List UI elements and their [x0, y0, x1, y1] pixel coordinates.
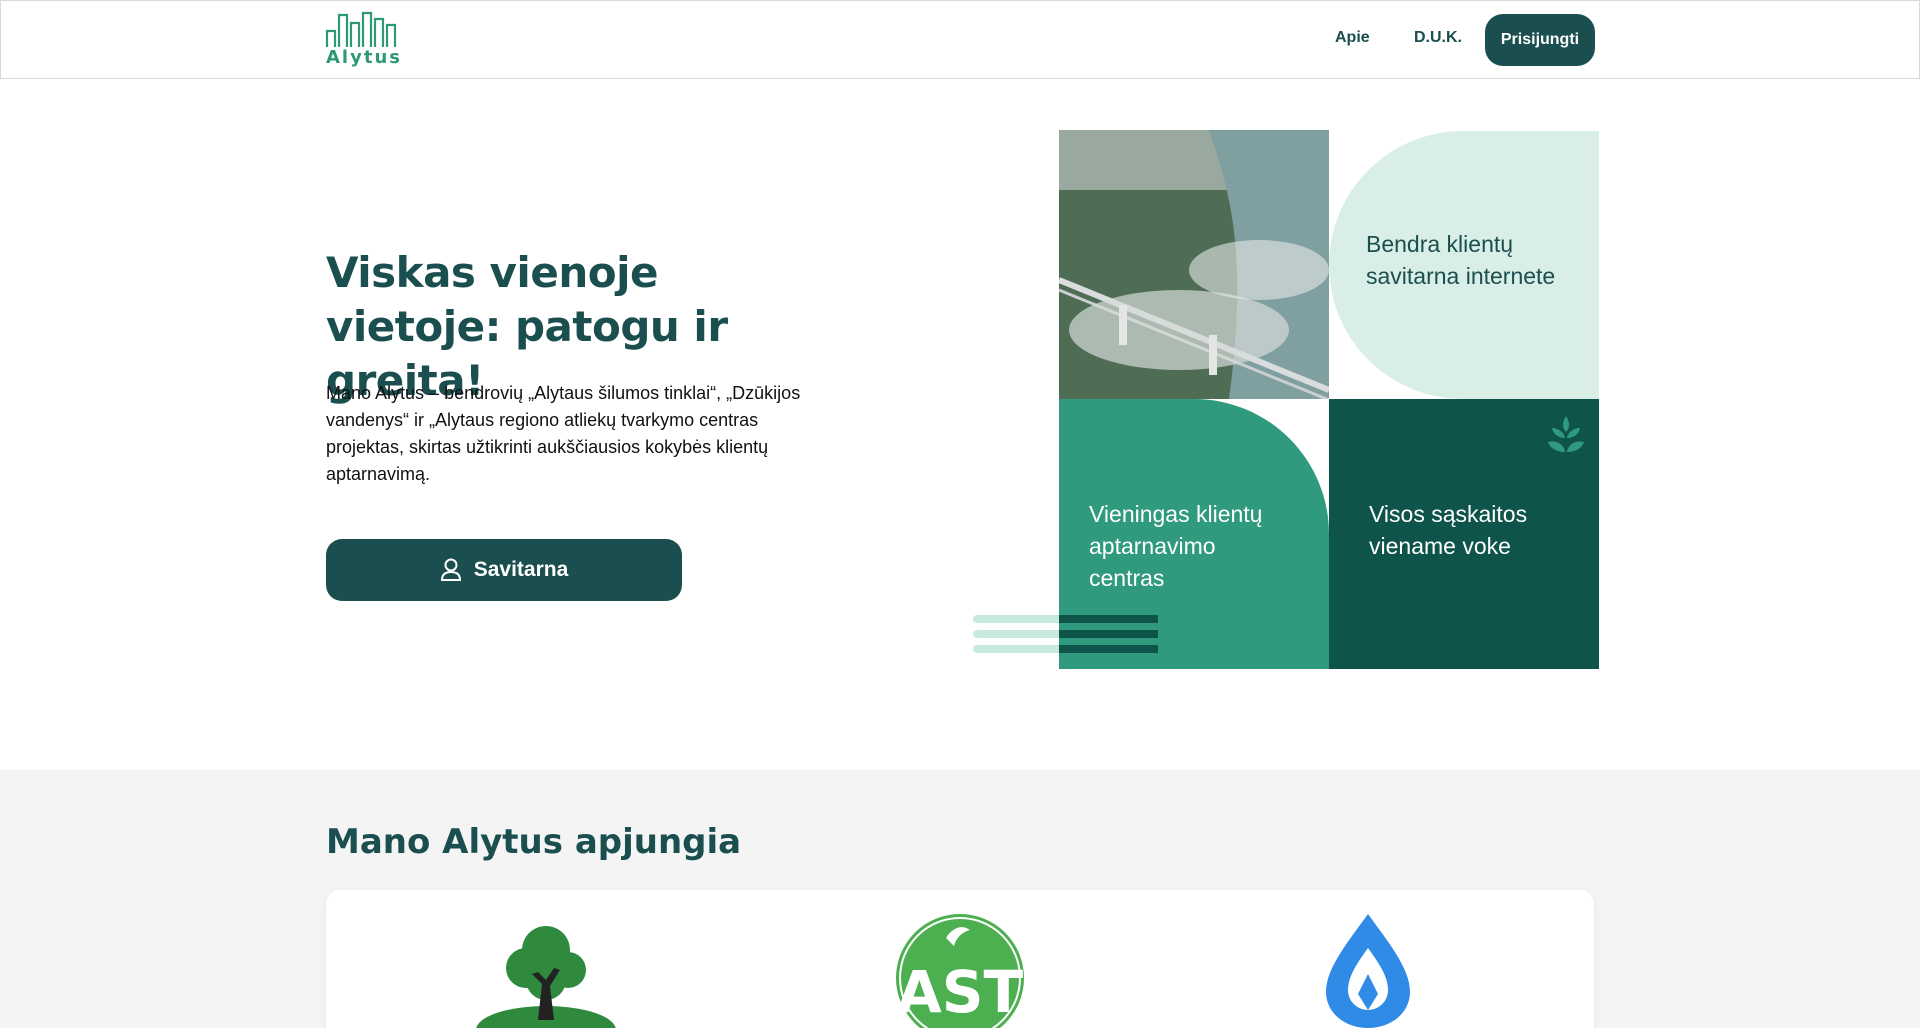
user-icon [440, 558, 461, 581]
nav-about[interactable]: Apie [1335, 29, 1370, 47]
tree-logo-icon[interactable] [476, 920, 616, 1028]
decorative-stripes [973, 615, 1158, 653]
svg-text:AST: AST [897, 958, 1024, 1026]
nav-faq[interactable]: D.U.K. [1414, 29, 1462, 47]
tile-self-service-text: Bendra klientų savitarna internete [1366, 231, 1556, 289]
leaf-icon [1548, 416, 1584, 452]
self-service-button[interactable]: Savitarna [326, 539, 682, 601]
self-service-label: Savitarna [473, 558, 569, 581]
tile-customer-center-text: Vieningas klientų aptarnavimo centras [1089, 501, 1263, 591]
logo-text: Alytus [326, 47, 402, 68]
water-drop-logo-icon[interactable] [1318, 912, 1418, 1028]
tile-single-envelope-text: Visos sąskaitos viename voke [1369, 501, 1528, 559]
site-header: Alytus Apie D.U.K. Prisijungti [0, 0, 1920, 79]
partners-title: Mano Alytus apjungia [326, 822, 742, 862]
login-button[interactable]: Prisijungti [1485, 14, 1595, 66]
hero-description: Mano Alytus – bendrovių „Alytaus šilumos… [326, 383, 801, 484]
ast-logo-icon[interactable]: AST [890, 912, 1030, 1028]
river-bridge-photo [1059, 130, 1329, 399]
